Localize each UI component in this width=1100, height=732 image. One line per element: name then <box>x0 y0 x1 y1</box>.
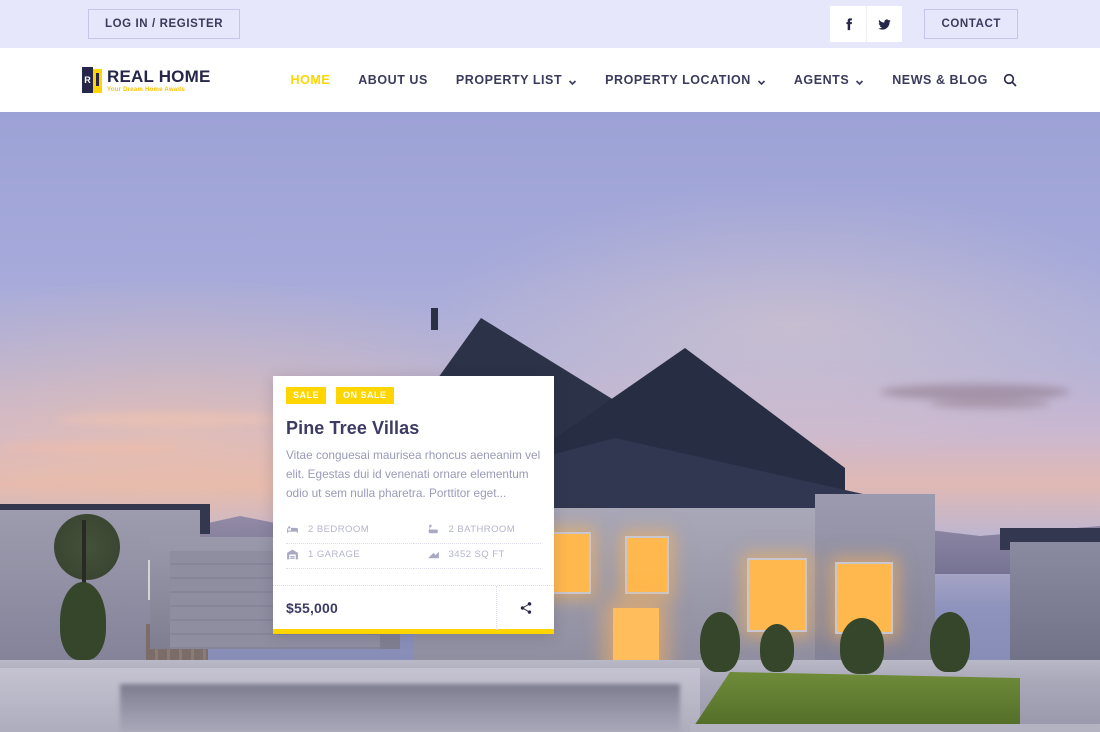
feature-label: 1 GARAGE <box>308 549 361 561</box>
cloud <box>0 442 180 454</box>
shrub <box>700 612 740 672</box>
nav-item-label: PROPERTY LOCATION <box>605 73 751 87</box>
nav-item-about-us[interactable]: ABOUT US <box>344 73 442 87</box>
wet-driveway-reflection <box>120 684 680 732</box>
feature-label: 2 BATHROOM <box>448 524 516 536</box>
curb <box>690 724 1100 732</box>
feature-bathroom: 2 BATHROOM <box>413 519 541 545</box>
nav-item-label: ABOUT US <box>358 73 428 87</box>
chevron-down-icon <box>855 76 864 85</box>
feature-label: 3452 SQ FT <box>448 549 505 561</box>
status-badge-sale: SALE <box>286 387 327 404</box>
feature-area: 3452 SQ FT <box>413 544 541 570</box>
feature-label: 2 BEDROOM <box>308 524 370 536</box>
nav-item-label: AGENTS <box>793 73 850 87</box>
status-badge-on-sale: ON SALE <box>336 387 394 404</box>
property-card[interactable]: SALE ON SALE Pine Tree Villas Vitae cong… <box>273 376 554 634</box>
bed-icon <box>287 526 298 534</box>
logo-title: REAL HOME <box>107 66 211 86</box>
logo[interactable]: R REAL HOME Your Dream Home Awaits <box>82 67 211 93</box>
feature-bedroom: 2 BEDROOM <box>286 519 414 545</box>
top-bar-right: CONTACT <box>830 0 1018 48</box>
nav-item-property-location[interactable]: PROPERTY LOCATION <box>591 73 780 87</box>
site-header: R REAL HOME Your Dream Home Awaits HOME … <box>0 48 1100 112</box>
right-house <box>1010 542 1100 672</box>
nav-item-home[interactable]: HOME <box>277 73 345 87</box>
price-row: $55,000 <box>273 585 554 630</box>
shrub <box>930 612 970 672</box>
cloud <box>930 398 1050 409</box>
nav-item-property-list[interactable]: PROPERTY LIST <box>442 73 591 87</box>
area-icon <box>427 552 439 559</box>
shrub <box>840 618 884 674</box>
tree-foliage <box>54 514 120 580</box>
feature-garage: 1 GARAGE <box>286 544 414 570</box>
property-features: 2 BEDROOM 2 BATHROOM 1 GARAGE 3452 SQ FT <box>286 519 541 570</box>
share-icon[interactable] <box>496 585 554 630</box>
login-register-button[interactable]: LOG IN / REGISTER <box>88 9 241 39</box>
search-icon[interactable] <box>1002 48 1018 112</box>
property-price: $55,000 <box>286 599 339 616</box>
logo-mark-icon: R <box>82 67 102 93</box>
nav-item-news-blog[interactable]: NEWS & BLOG <box>878 73 1002 87</box>
contact-button[interactable]: CONTACT <box>924 9 1018 39</box>
nav-item-label: NEWS & BLOG <box>892 73 988 87</box>
facebook-icon[interactable] <box>830 6 867 42</box>
shrub <box>760 624 794 672</box>
nav-item-agents[interactable]: AGENTS <box>780 73 878 87</box>
top-bar: LOG IN / REGISTER CONTACT <box>0 0 1100 48</box>
lawn <box>690 672 1020 732</box>
property-description: Vitae conguesai maurisea rhoncus aeneani… <box>286 448 541 501</box>
twitter-icon[interactable] <box>866 6 903 42</box>
badge-group: SALE ON SALE <box>273 376 554 404</box>
logo-mark-letter: R <box>82 67 93 93</box>
nav-item-label: PROPERTY LIST <box>455 73 563 87</box>
main-nav: HOME ABOUT US PROPERTY LIST PROPERTY LOC… <box>277 73 1002 87</box>
garage-icon <box>287 549 298 560</box>
shrub <box>60 582 106 660</box>
cloud <box>55 412 285 426</box>
chevron-down-icon <box>568 76 577 85</box>
hero-slider: SALE ON SALE Pine Tree Villas Vitae cong… <box>0 112 1100 732</box>
bathtub-icon <box>428 524 438 534</box>
chevron-down-icon <box>757 76 766 85</box>
logo-tagline: Your Dream Home Awaits <box>107 86 186 93</box>
property-title: Pine Tree Villas <box>286 418 420 438</box>
nav-item-label: HOME <box>290 73 331 87</box>
